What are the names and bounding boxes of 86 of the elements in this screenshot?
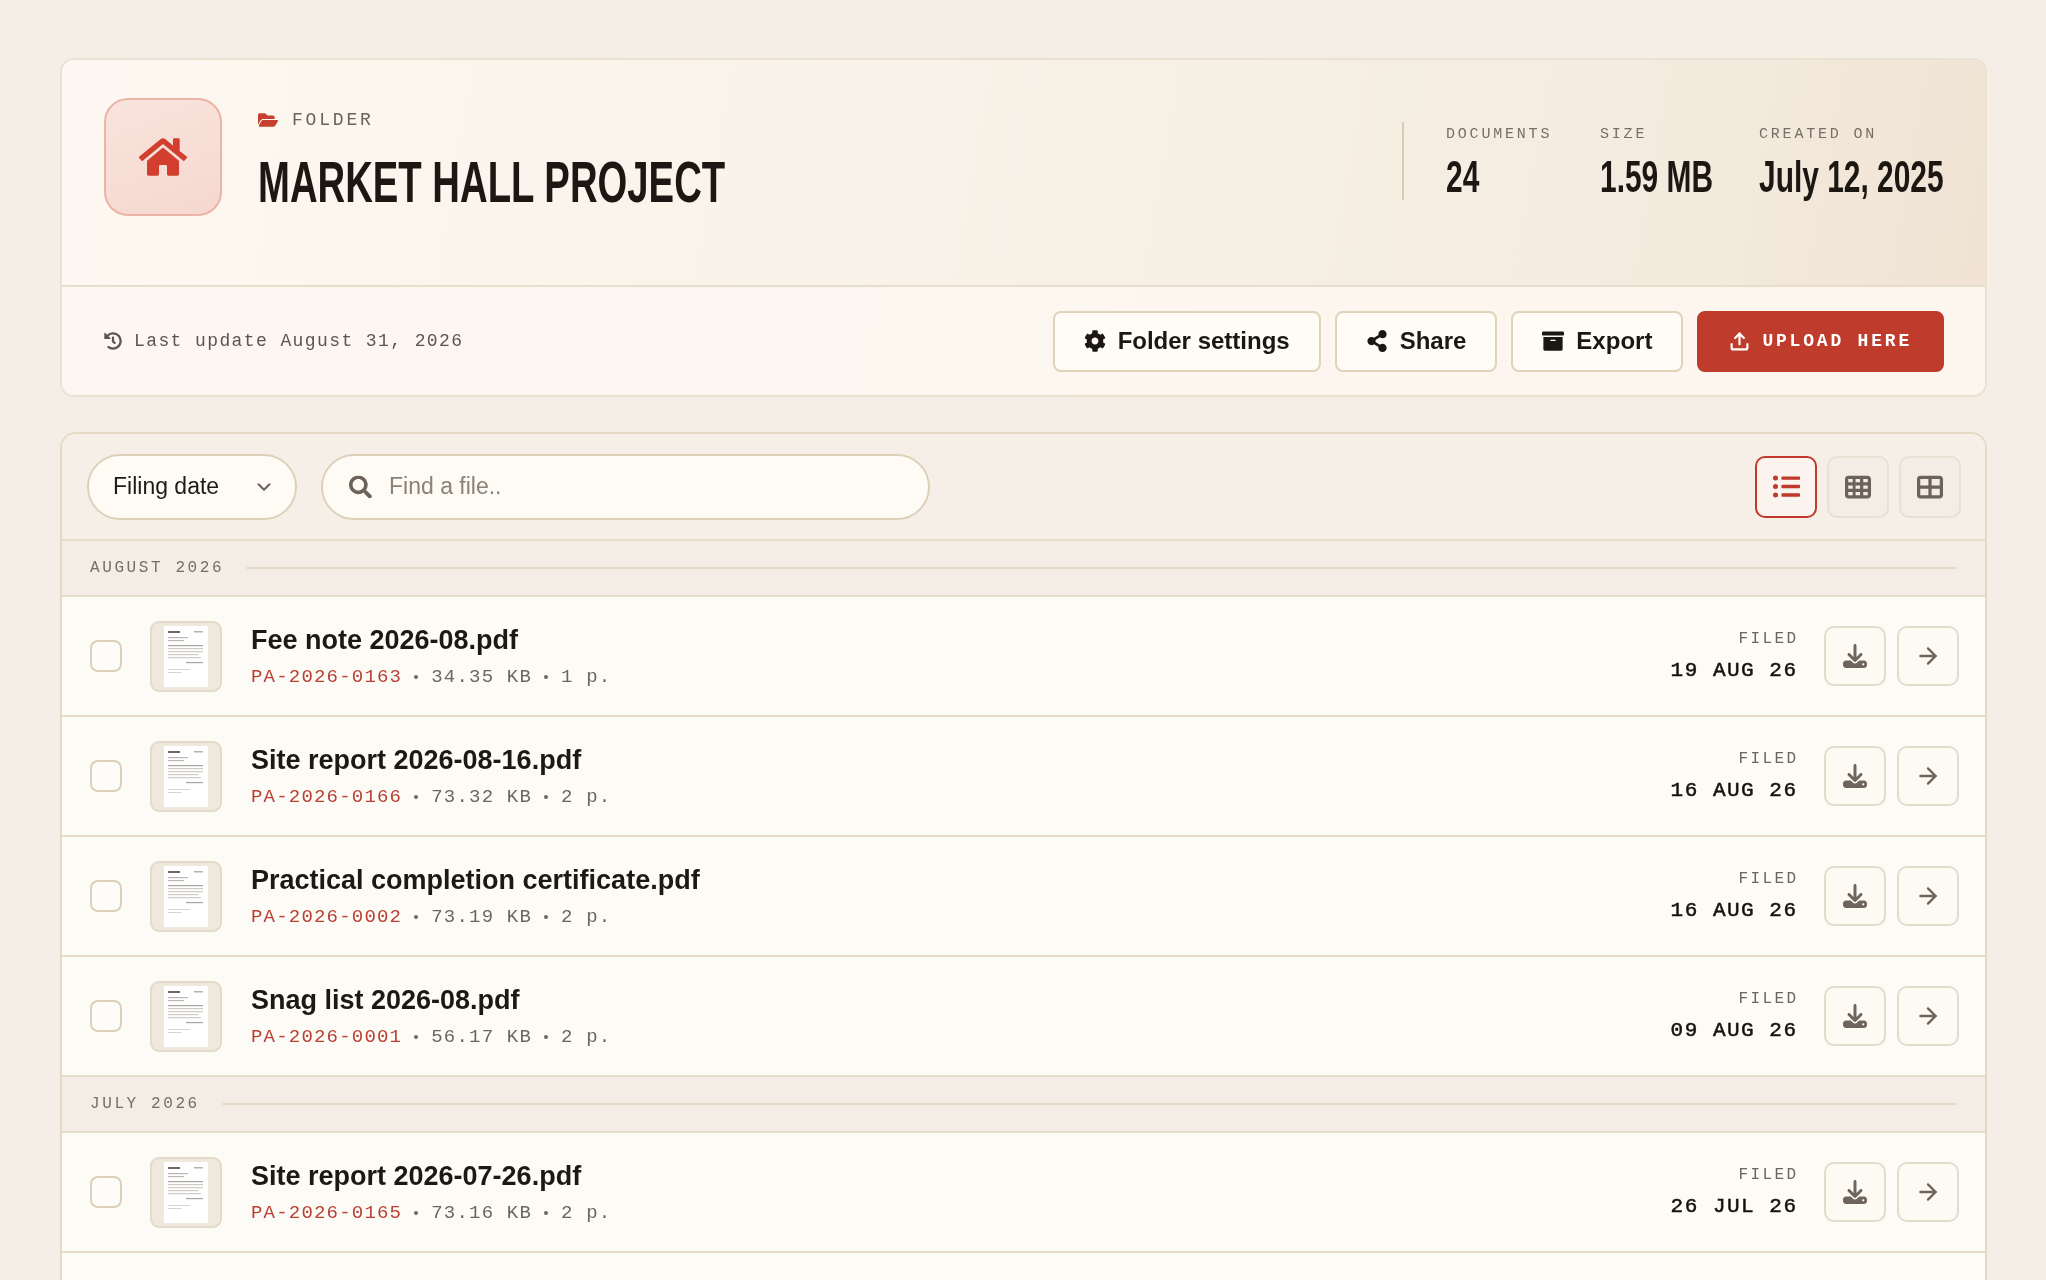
stat-value: July 12, 2025 [1759,155,1944,199]
download-button[interactable] [1824,986,1886,1046]
download-icon [1843,764,1867,788]
file-name: Site report 2026-08-16.pdf [251,743,582,776]
file-size: 73.32 KB [431,785,533,809]
gear-icon [1083,330,1106,352]
row-checkbox[interactable] [90,1176,122,1208]
filed-label: FILED [1738,869,1799,889]
upload-icon [1729,330,1751,352]
archive-box-icon [1542,330,1565,352]
grid-view-button[interactable] [1827,455,1889,518]
download-icon [1843,884,1867,908]
filed-label: FILED [1738,629,1799,649]
row-checkbox[interactable] [90,1000,122,1032]
row-checkbox[interactable] [90,640,122,672]
filed-date: 16 AUG 26 [1670,778,1798,803]
row-checkbox[interactable] [90,880,122,912]
stat-label: DOCUMENTS [1446,126,1553,144]
home-icon [104,98,222,216]
filed-label: FILED [1738,1165,1799,1185]
download-button[interactable] [1824,866,1886,926]
open-button[interactable] [1897,986,1959,1046]
share-icon [1365,330,1388,352]
open-button[interactable] [1897,626,1959,686]
page-count: 2 p. [561,785,612,809]
history-icon [104,332,122,350]
list-view-button[interactable] [1755,455,1817,518]
list-icon [1772,473,1800,500]
month-title: JULY 2026 [90,1095,200,1113]
file-size: 73.19 KB [431,905,533,929]
download-icon [1843,644,1867,668]
search-field[interactable]: Find a file.. [321,453,930,520]
folder-settings-button[interactable]: Folder settings [1052,310,1321,372]
filed-label: FILED [1738,749,1799,769]
download-icon [1843,1004,1867,1028]
row-checkbox[interactable] [90,760,122,792]
page-count: 2 p. [561,1025,612,1049]
file-size: 56.17 KB [431,1025,533,1049]
page-count: 1 p. [561,665,612,689]
document-thumbnail-drawing [150,980,222,1052]
file-reference: PA-2026-0163 [251,665,403,689]
download-icon [1843,1180,1867,1204]
stat-label: CREATED ON [1759,126,1877,144]
open-button[interactable] [1897,866,1959,926]
filed-date: 26 JUL 26 [1670,1194,1798,1219]
stat-value: 24 [1446,155,1480,199]
page-count: 2 p. [561,1201,612,1225]
folder-icon [258,110,278,130]
filed-date: 19 AUG 26 [1670,658,1798,683]
file-size: 73.16 KB [431,1201,533,1225]
file-size: 34.35 KB [431,665,533,689]
file-reference: PA-2026-0165 [251,1201,403,1225]
last-update-text: Last update August 31, 2026 [134,331,464,351]
page-count: 2 p. [561,905,612,929]
open-button[interactable] [1897,1162,1959,1222]
month-title: AUGUST 2026 [90,559,225,577]
download-button[interactable] [1824,626,1886,686]
tiles-view-button[interactable] [1899,455,1961,518]
sort-dropdown[interactable]: Filing date [87,453,297,520]
document-thumbnail-drawing [150,1156,222,1228]
file-reference: PA-2026-0166 [251,785,403,809]
grid-icon [1845,473,1871,500]
open-button[interactable] [1897,746,1959,806]
file-name: Site report 2026-07-26.pdf [251,1159,582,1192]
download-button[interactable] [1824,1162,1886,1222]
document-thumbnail-drawing [150,740,222,812]
file-name: Fee note 2026-08.pdf [251,623,519,656]
file-reference: PA-2026-0002 [251,905,403,929]
large-grid-icon [1917,473,1943,500]
search-icon [349,475,372,498]
document-thumbnail-drawing [150,620,222,692]
filed-label: FILED [1738,989,1799,1009]
folder-label: FOLDER [292,109,374,131]
file-name: Practical completion certificate.pdf [251,863,700,896]
filed-date: 09 AUG 26 [1670,1018,1798,1043]
upload-button[interactable]: UPLOAD HERE [1697,310,1944,372]
file-name: Snag list 2026-08.pdf [251,983,520,1016]
stat-label: SIZE [1600,126,1648,144]
export-button[interactable]: Export [1511,310,1684,372]
filed-date: 16 AUG 26 [1670,898,1798,923]
file-reference: PA-2026-0001 [251,1025,403,1049]
download-button[interactable] [1824,746,1886,806]
share-button[interactable]: Share [1334,310,1498,372]
stat-value: 1.59 MB [1600,155,1714,199]
folder-title: MARKET HALL PROJECT [258,153,726,211]
document-thumbnail-drawing [150,860,222,932]
